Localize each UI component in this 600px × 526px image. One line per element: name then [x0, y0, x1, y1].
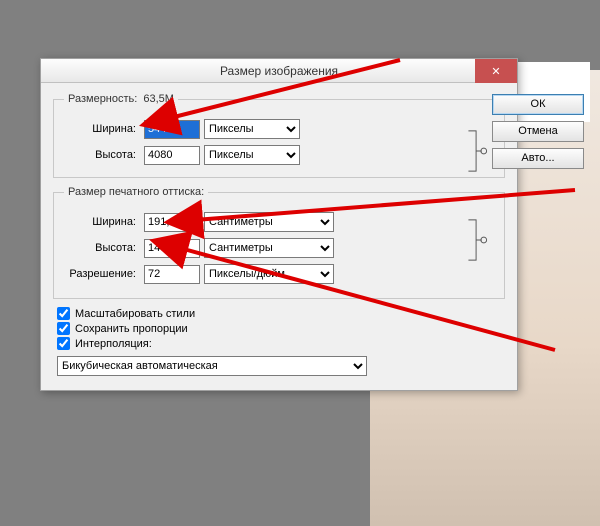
options-checks: Масштабировать стили Сохранить пропорции…: [57, 307, 505, 350]
resample-checkbox[interactable]: [57, 337, 70, 350]
resolution-unit[interactable]: Пикселы/дюйм: [204, 264, 334, 284]
pixel-dim-size: 63,5M: [143, 93, 174, 105]
pixel-dimensions-group: Размерность: 63,5M Ширина: Пикселы Высот…: [53, 93, 505, 178]
titlebar: Размер изображения ✕: [41, 59, 517, 83]
pixel-width-unit[interactable]: Пикселы: [204, 119, 300, 139]
pixel-width-input[interactable]: [144, 120, 200, 139]
print-link-icon: [466, 218, 490, 262]
ok-button[interactable]: ОК: [492, 94, 584, 115]
print-height-input[interactable]: [144, 239, 200, 258]
constrain-label: Сохранить пропорции: [75, 323, 188, 335]
image-size-dialog: Размер изображения ✕ Размерность: 63,5M …: [40, 58, 518, 391]
scale-styles-checkbox[interactable]: [57, 307, 70, 320]
print-size-group: Размер печатного оттиска: Ширина: Сантим…: [53, 186, 505, 299]
print-width-unit[interactable]: Сантиметры: [204, 212, 334, 232]
pixel-height-input[interactable]: [144, 146, 200, 165]
dialog-title: Размер изображения: [41, 64, 517, 78]
side-buttons: ОК Отмена Авто...: [492, 94, 584, 169]
auto-button[interactable]: Авто...: [492, 148, 584, 169]
scale-styles-row[interactable]: Масштабировать стили: [57, 307, 505, 320]
resolution-input[interactable]: [144, 265, 200, 284]
print-height-label: Высота:: [64, 242, 140, 254]
cancel-button[interactable]: Отмена: [492, 121, 584, 142]
pixel-width-label: Ширина:: [64, 123, 140, 135]
close-button[interactable]: ✕: [475, 59, 517, 83]
pixel-height-label: Высота:: [64, 149, 140, 161]
interpolation-select[interactable]: Бикубическая автоматическая: [57, 356, 367, 376]
resolution-label: Разрешение:: [64, 268, 140, 280]
print-size-legend: Размер печатного оттиска:: [68, 186, 204, 198]
constrain-row[interactable]: Сохранить пропорции: [57, 322, 505, 335]
pixel-dim-legend: Размерность:: [68, 93, 137, 105]
constrain-checkbox[interactable]: [57, 322, 70, 335]
print-height-unit[interactable]: Сантиметры: [204, 238, 334, 258]
scale-styles-label: Масштабировать стили: [75, 308, 195, 320]
resample-row[interactable]: Интерполяция:: [57, 337, 505, 350]
pixel-link-icon: [466, 129, 490, 173]
resample-label: Интерполяция:: [75, 338, 152, 350]
print-width-label: Ширина:: [64, 216, 140, 228]
pixel-height-unit[interactable]: Пикселы: [204, 145, 300, 165]
close-icon: ✕: [491, 65, 500, 78]
print-width-input[interactable]: [144, 213, 200, 232]
